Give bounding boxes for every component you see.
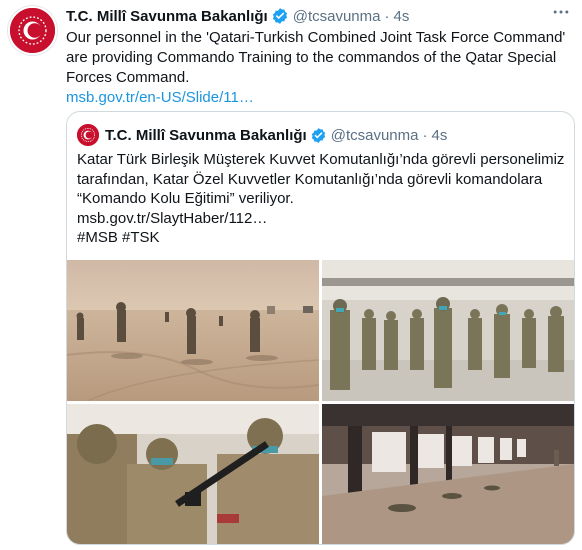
timestamp[interactable]: 4s (393, 8, 409, 25)
ministry-emblem-icon (77, 124, 99, 146)
quoted-avatar (77, 124, 99, 146)
display-name[interactable]: T.C. Millî Savunma Bakanlığı (66, 8, 268, 25)
verified-badge-icon (272, 8, 287, 24)
quoted-text: Katar Türk Birleşik Müşterek Kuvvet Komu… (77, 150, 565, 248)
hangar-range-photo[interactable] (322, 404, 574, 544)
tweet-text-content: Our personnel in the 'Qatari-Turkish Com… (66, 29, 566, 86)
quoted-header: T.C. Millî Savunma Bakanlığı @tcsavunma … (105, 124, 447, 146)
desert-training-photo[interactable] (67, 260, 319, 401)
quoted-hashtags: #MSB #TSK (77, 229, 160, 246)
quoted-text-content: Katar Türk Birleşik Müşterek Kuvvet Komu… (77, 151, 565, 207)
quoted-handle: @tcsavunma (330, 126, 419, 144)
verified-badge-icon (311, 127, 325, 143)
tweet[interactable]: T.C. Millî Savunma Bakanlığı @tcsavunma … (0, 0, 582, 550)
avatar[interactable] (8, 6, 57, 55)
ellipsis-icon (553, 10, 569, 14)
handle[interactable]: @tcsavunma (293, 8, 381, 25)
tweet-header: T.C. Millî Savunma Bakanlığı @tcsavunma … (66, 6, 409, 26)
separator-dot: · (422, 126, 428, 144)
quoted-link: msb.gov.tr/SlaytHaber/112… (77, 209, 268, 227)
tweet-link[interactable]: msb.gov.tr/en-US/Slide/11… (66, 88, 572, 108)
weapon-drill-photo[interactable] (67, 404, 319, 544)
separator-dot: · (384, 7, 390, 25)
quoted-tweet[interactable]: T.C. Millî Savunma Bakanlığı @tcsavunma … (66, 111, 575, 545)
indoor-formation-photo[interactable] (322, 260, 574, 401)
tweet-text: Our personnel in the 'Qatari-Turkish Com… (66, 28, 572, 108)
quoted-timestamp: 4s (431, 126, 448, 144)
more-options-button[interactable] (550, 6, 572, 24)
ministry-emblem-icon (10, 8, 55, 53)
quoted-display-name: T.C. Millî Savunma Bakanlığı (105, 126, 307, 144)
photo-grid (67, 260, 574, 544)
